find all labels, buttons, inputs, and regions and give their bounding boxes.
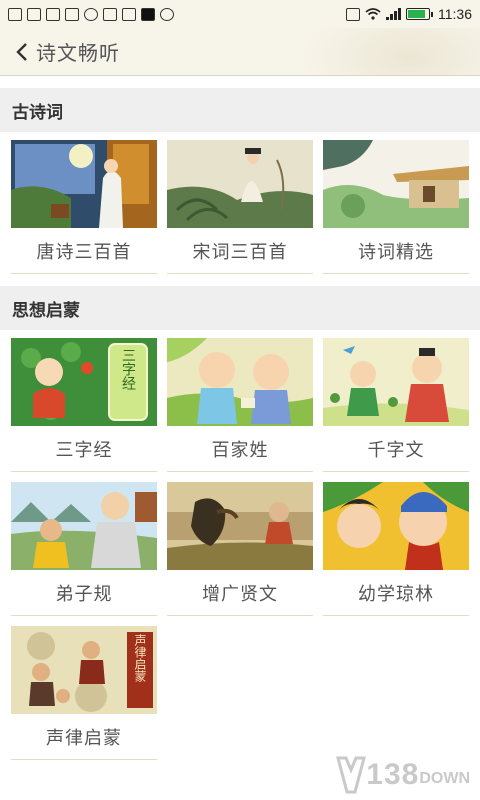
card-zengguang-xianwen[interactable]: 增广贤文 bbox=[167, 482, 313, 616]
signal-icon bbox=[386, 8, 401, 20]
card-label: 增广贤文 bbox=[167, 570, 313, 616]
thousand-character-classic-thumbnail bbox=[323, 338, 469, 426]
card-hundred-surnames[interactable]: 百家姓 bbox=[167, 338, 313, 472]
wifi-icon bbox=[365, 8, 381, 20]
hundred-surnames-thumbnail bbox=[167, 338, 313, 426]
notification-icons bbox=[8, 7, 174, 21]
app-header: 诗文畅听 bbox=[0, 28, 480, 76]
status-bar: 11:36 bbox=[0, 0, 480, 28]
card-label: 诗词精选 bbox=[323, 228, 469, 274]
page-title: 诗文畅听 bbox=[36, 41, 120, 65]
book-title-badge: 三字经 bbox=[120, 348, 136, 390]
card-label: 幼学琼林 bbox=[323, 570, 469, 616]
book-title-badge: 声律启蒙 bbox=[133, 634, 147, 682]
watermark: 138 DOWN bbox=[336, 756, 470, 794]
watermark-word: DOWN bbox=[419, 770, 470, 787]
shenglv-qimeng-thumbnail: 声律启蒙 bbox=[11, 626, 157, 714]
watermark-logo-icon bbox=[336, 756, 367, 794]
card-selected-poems[interactable]: 诗词精选 bbox=[323, 140, 469, 274]
message-icon bbox=[8, 7, 22, 21]
back-button[interactable] bbox=[8, 28, 36, 75]
card-tang-poems[interactable]: 唐诗三百首 bbox=[11, 140, 157, 274]
briefcase-icon bbox=[122, 7, 136, 21]
image-icon bbox=[103, 7, 117, 21]
more-icon bbox=[160, 7, 174, 21]
chevron-left-icon bbox=[16, 42, 27, 61]
selected-poems-thumbnail bbox=[323, 140, 469, 228]
watermark-number: 138 bbox=[366, 758, 420, 791]
calendar-icon bbox=[46, 7, 60, 21]
card-label: 弟子规 bbox=[11, 570, 157, 616]
song-ci-thumbnail bbox=[167, 140, 313, 228]
card-shenglv-qimeng[interactable]: 声律启蒙 声律启蒙 bbox=[11, 626, 157, 760]
disciples-rules-thumbnail bbox=[11, 482, 157, 570]
battery-icon bbox=[406, 8, 433, 20]
card-label: 千字文 bbox=[323, 426, 469, 472]
card-thousand-character-classic[interactable]: 千字文 bbox=[323, 338, 469, 472]
card-label: 宋词三百首 bbox=[167, 228, 313, 274]
card-label: 唐诗三百首 bbox=[11, 228, 157, 274]
system-icons: 11:36 bbox=[346, 6, 472, 22]
card-label: 百家姓 bbox=[167, 426, 313, 472]
mute-icon bbox=[346, 7, 360, 21]
classic-poetry-grid: 唐诗三百首 宋词三百首 诗词精选 bbox=[0, 132, 480, 274]
card-label: 声律启蒙 bbox=[11, 714, 157, 760]
tang-poems-thumbnail bbox=[11, 140, 157, 228]
card-youxue-qionglin[interactable]: 幼学琼林 bbox=[323, 482, 469, 616]
three-character-classic-thumbnail: 三字经 bbox=[11, 338, 157, 426]
card-disciples-rules[interactable]: 弟子规 bbox=[11, 482, 157, 616]
card-label: 三字经 bbox=[11, 426, 157, 472]
enlightenment-grid: 三字经 三字经 百家姓 千字文 弟子规 增广贤文 幼学琼林 声律启蒙 声律启蒙 bbox=[0, 330, 480, 760]
app-icon bbox=[141, 7, 155, 21]
youxue-qionglin-thumbnail bbox=[323, 482, 469, 570]
card-song-ci[interactable]: 宋词三百首 bbox=[167, 140, 313, 274]
clock: 11:36 bbox=[438, 6, 472, 22]
section-header-classic-poetry: 古诗词 bbox=[0, 88, 480, 132]
calendar-icon bbox=[65, 7, 79, 21]
usb-icon bbox=[84, 7, 98, 21]
zengguang-xianwen-thumbnail bbox=[167, 482, 313, 570]
section-header-enlightenment: 思想启蒙 bbox=[0, 286, 480, 330]
card-three-character-classic[interactable]: 三字经 三字经 bbox=[11, 338, 157, 472]
app-icon bbox=[27, 7, 41, 21]
